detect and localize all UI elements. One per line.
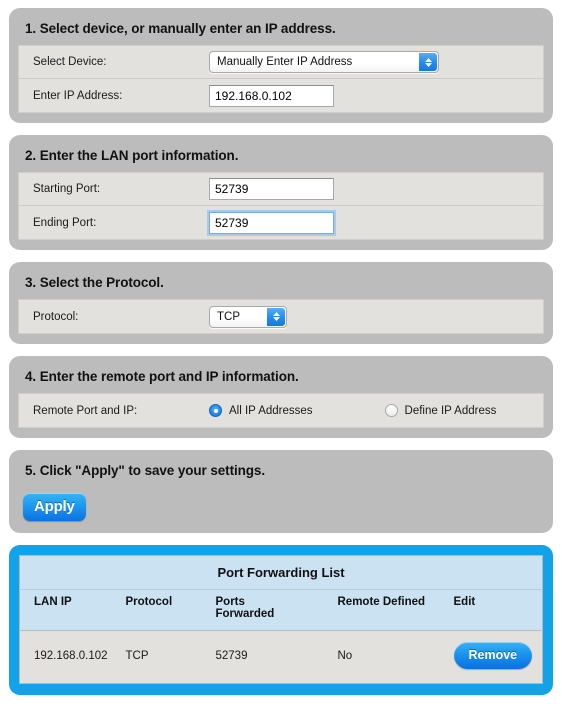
column-header-ports-forwarded: Ports Forwarded bbox=[215, 589, 338, 631]
remote-port-ip-row: Remote Port and IP: All IP Addresses Def… bbox=[19, 394, 543, 427]
protocol-row: Protocol: TCP bbox=[19, 300, 543, 333]
step-4-panel: 4. Enter the remote port and IP informat… bbox=[9, 356, 553, 438]
starting-port-input[interactable] bbox=[209, 178, 334, 200]
cell-edit: Remove bbox=[453, 630, 543, 684]
table-body: 192.168.0.102 TCP 52739 No Remove bbox=[19, 630, 543, 684]
step-1-title: 1. Select device, or manually enter an I… bbox=[25, 21, 336, 36]
starting-port-control bbox=[209, 178, 543, 200]
step-2-rows: Starting Port: Ending Port: bbox=[18, 172, 544, 240]
radio-indicator[interactable] bbox=[384, 404, 398, 417]
apply-zone: Apply bbox=[18, 487, 544, 523]
step-2-panel: 2. Enter the LAN port information. Start… bbox=[9, 135, 553, 250]
remote-port-ip-control: All IP Addresses Define IP Address bbox=[209, 404, 562, 417]
ending-port-row: Ending Port: bbox=[19, 206, 543, 239]
protocol-label: Protocol: bbox=[33, 310, 79, 323]
radio-define-ip-address[interactable]: Define IP Address bbox=[384, 404, 497, 417]
step-4-rows: Remote Port and IP: All IP Addresses Def… bbox=[18, 393, 544, 428]
protocol-dropdown[interactable]: TCP bbox=[209, 305, 287, 328]
enter-ip-label: Enter IP Address: bbox=[33, 89, 123, 102]
radio-all-ip-addresses[interactable]: All IP Addresses bbox=[209, 404, 313, 417]
remove-button[interactable]: Remove bbox=[453, 642, 533, 669]
step-5-panel: 5. Click "Apply" to save your settings. … bbox=[9, 450, 553, 533]
step-3-title: 3. Select the Protocol. bbox=[25, 275, 164, 290]
radio-define-ip-address-label: Define IP Address bbox=[404, 404, 497, 417]
select-device-value: Manually Enter IP Address bbox=[217, 56, 353, 68]
step-5-title: 5. Click "Apply" to save your settings. bbox=[25, 463, 265, 478]
enter-ip-row: Enter IP Address: bbox=[19, 79, 543, 112]
starting-port-label: Starting Port: bbox=[33, 183, 101, 195]
step-1-panel: 1. Select device, or manually enter an I… bbox=[9, 8, 553, 123]
ip-address-input[interactable] bbox=[209, 84, 334, 107]
starting-port-row: Starting Port: bbox=[19, 173, 543, 206]
protocol-control: TCP bbox=[209, 305, 543, 328]
step-3-rows: Protocol: TCP bbox=[18, 299, 544, 334]
column-header-protocol: Protocol bbox=[125, 589, 216, 631]
table-title-row: Port Forwarding List bbox=[19, 555, 543, 590]
column-header-lan-ip-line1: LAN IP bbox=[34, 596, 72, 608]
step-2-title: 2. Enter the LAN port information. bbox=[25, 148, 239, 163]
table-row: 192.168.0.102 TCP 52739 No Remove bbox=[19, 630, 543, 684]
cell-lan-ip: 192.168.0.102 bbox=[19, 630, 126, 684]
step-1-rows: Select Device: Manually Enter IP Address… bbox=[18, 45, 544, 113]
cell-protocol: TCP bbox=[125, 630, 216, 684]
select-device-label: Select Device: bbox=[33, 56, 107, 68]
table-title: Port Forwarding List bbox=[19, 555, 543, 590]
column-header-remote-defined: Remote Defined bbox=[337, 589, 454, 631]
column-header-ports-line2: Forwarded bbox=[215, 608, 275, 620]
protocol-value: TCP bbox=[217, 310, 240, 323]
table-header-row: LAN IP Protocol Ports Forwarded Remote D… bbox=[19, 589, 543, 631]
ending-port-input[interactable] bbox=[209, 211, 334, 234]
column-header-lan-ip: LAN IP bbox=[19, 589, 126, 631]
port-forwarding-list-panel: Port Forwarding List LAN IP Protocol Por… bbox=[9, 545, 553, 695]
select-device-control: Manually Enter IP Address bbox=[209, 51, 543, 73]
column-header-ports-line1: Ports bbox=[215, 596, 245, 608]
enter-ip-control bbox=[209, 84, 543, 107]
column-header-edit-line1: Edit bbox=[453, 596, 476, 608]
column-header-edit: Edit bbox=[453, 589, 543, 631]
radio-indicator-selected[interactable] bbox=[209, 404, 222, 417]
chevron-updown-icon[interactable] bbox=[419, 53, 437, 71]
port-forwarding-table: Port Forwarding List LAN IP Protocol Por… bbox=[19, 555, 543, 684]
select-device-dropdown[interactable]: Manually Enter IP Address bbox=[209, 51, 439, 73]
step-4-title: 4. Enter the remote port and IP informat… bbox=[25, 369, 299, 384]
apply-button[interactable]: Apply bbox=[23, 493, 86, 521]
port-forwarding-page: 1. Select device, or manually enter an I… bbox=[0, 0, 562, 716]
remote-port-ip-label: Remote Port and IP: bbox=[33, 404, 138, 417]
ending-port-control bbox=[209, 211, 543, 234]
select-device-row: Select Device: Manually Enter IP Address bbox=[19, 46, 543, 79]
radio-all-ip-addresses-label: All IP Addresses bbox=[229, 404, 313, 417]
chevron-updown-icon[interactable] bbox=[267, 307, 285, 326]
step-3-panel: 3. Select the Protocol. Protocol: TCP bbox=[9, 262, 553, 344]
ending-port-label: Ending Port: bbox=[33, 216, 97, 229]
cell-ports-forwarded: 52739 bbox=[215, 630, 338, 684]
table-head: Port Forwarding List LAN IP Protocol Por… bbox=[19, 555, 543, 631]
cell-remote-defined: No bbox=[337, 630, 454, 684]
column-header-protocol-line1: Protocol bbox=[125, 596, 173, 608]
column-header-remote-line1: Remote Defined bbox=[337, 596, 426, 608]
